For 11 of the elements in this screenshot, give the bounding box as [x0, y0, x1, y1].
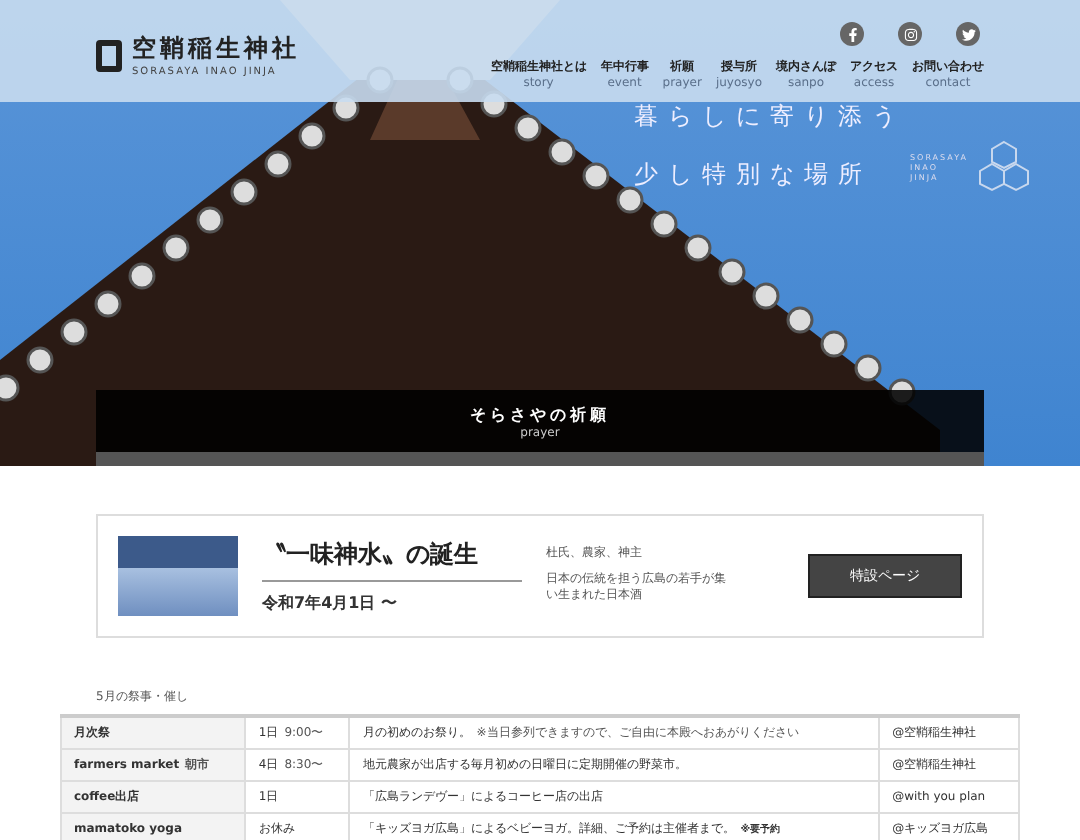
logo-text: 空鞘稲生神社 — [132, 32, 300, 66]
hero-tagline: 少し特別な場所 — [634, 158, 874, 192]
hexagon-emblem-icon — [978, 140, 1030, 192]
logo-icon — [96, 39, 122, 71]
photo-placeholder — [118, 536, 238, 616]
instagram-icon[interactable] — [898, 22, 922, 46]
hero-tagline: 暮らしに寄り添う — [634, 100, 906, 134]
twitter-icon[interactable] — [956, 22, 980, 46]
feature-date: 令和7年4月1日 〜 — [262, 592, 399, 614]
feature-title: 〝一味神水〟の誕生 — [262, 538, 522, 582]
facebook-icon[interactable] — [840, 22, 864, 46]
